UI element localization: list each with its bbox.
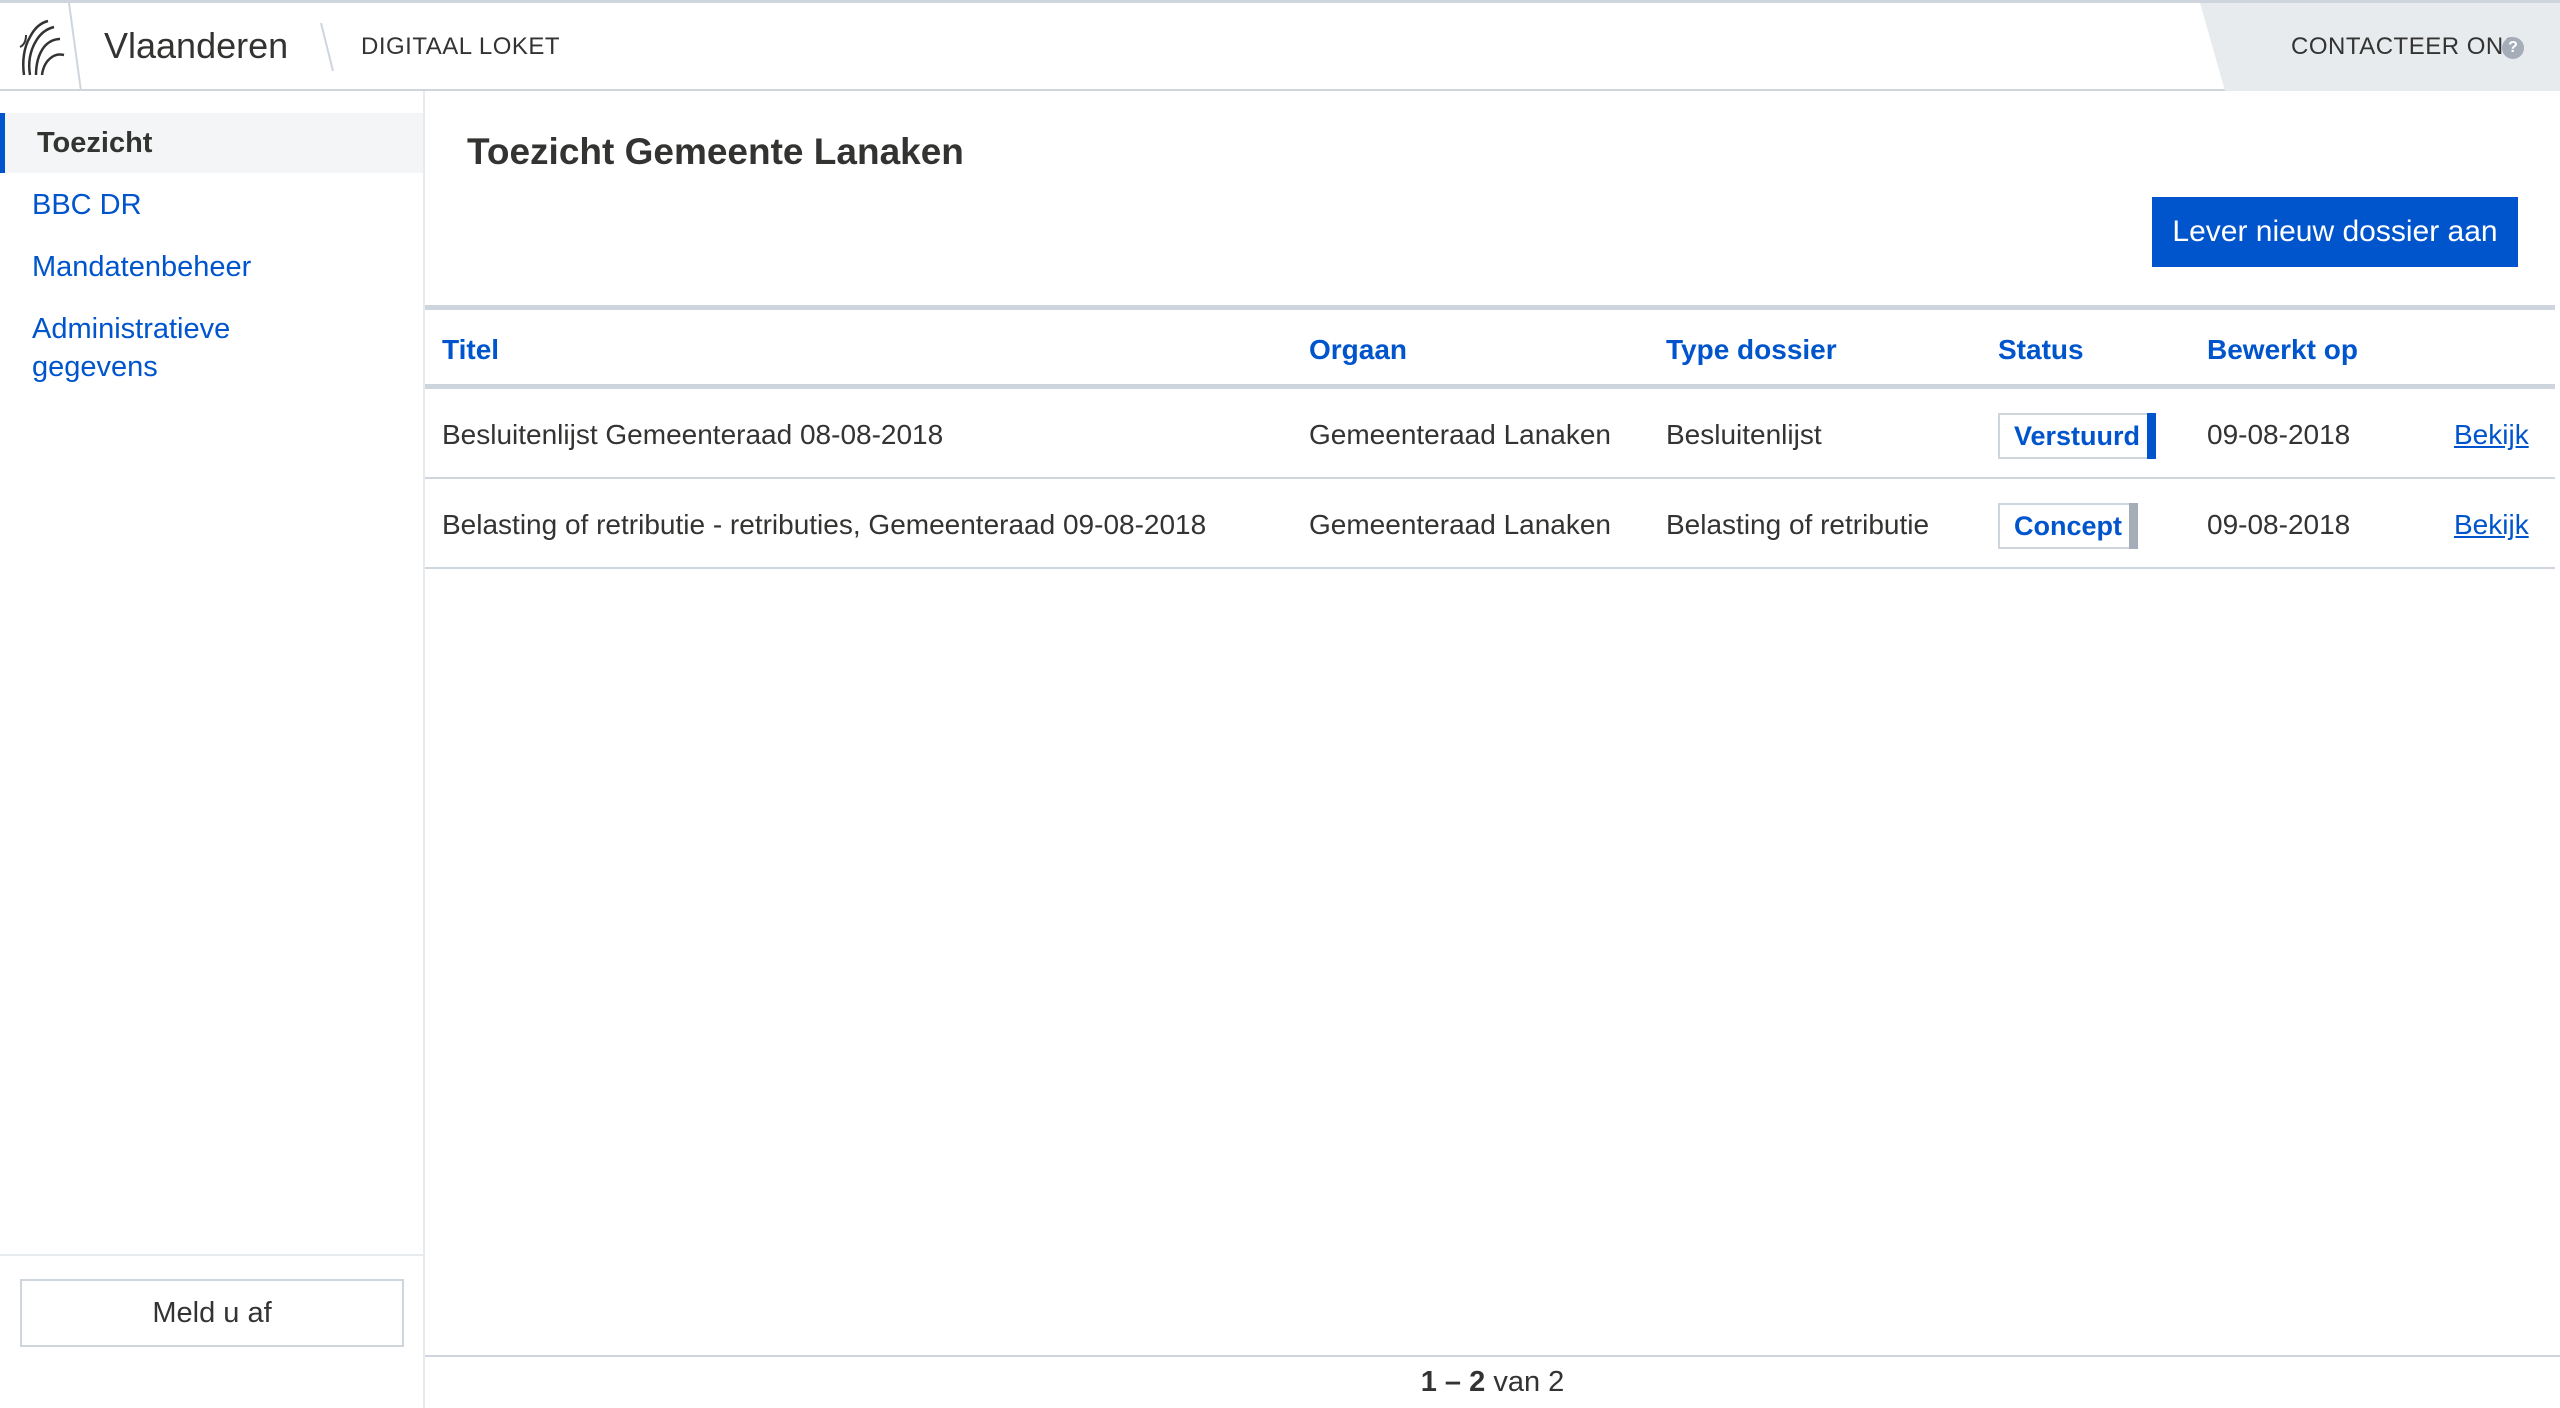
- range-start: 1: [1420, 1366, 1437, 1398]
- range-end: 2: [1469, 1366, 1486, 1398]
- column-header-titel[interactable]: Titel: [442, 334, 499, 366]
- sidebar-item-label: Mandatenbeheer: [32, 251, 252, 283]
- table-row: Belasting of retributie - retributies, G…: [425, 479, 2555, 569]
- brand-name[interactable]: Vlaanderen: [104, 25, 288, 67]
- status-color-bar: [2147, 413, 2156, 459]
- status-badge: Concept: [1998, 503, 2138, 549]
- main-content: Toezicht Gemeente Lanaken Lever nieuw do…: [425, 91, 2560, 1408]
- app-name[interactable]: DIGITAAL LOKET: [361, 33, 560, 61]
- column-header-type[interactable]: Type dossier: [1666, 334, 1837, 366]
- column-header-status[interactable]: Status: [1998, 334, 2084, 366]
- view-link[interactable]: Bekijk: [2454, 419, 2529, 451]
- view-link[interactable]: Bekijk: [2454, 509, 2529, 541]
- cell-titel: Belasting of retributie - retributies, G…: [442, 509, 1207, 540]
- sidebar-item-administratieve-gegevens[interactable]: Administratieve gegevens: [0, 299, 423, 383]
- cell-type: Belasting of retributie: [1666, 509, 1930, 540]
- cell-type: Besluitenlijst: [1666, 419, 1822, 450]
- sidebar-item-label: Toezicht: [37, 127, 153, 159]
- top-header: Vlaanderen DIGITAAL LOKET CONTACTEER ONS…: [0, 0, 2560, 91]
- logout-button[interactable]: Meld u af: [20, 1279, 404, 1347]
- cell-bewerkt: 09-08-2018: [2207, 419, 2351, 450]
- cell-orgaan: Gemeenteraad Lanaken: [1309, 509, 1611, 540]
- status-color-bar: [2129, 503, 2138, 549]
- table-header: Titel Orgaan Type dossier Status Bewerkt…: [425, 310, 2555, 389]
- of-label: van: [1493, 1366, 1541, 1398]
- range-separator: –: [1444, 1366, 1462, 1398]
- flemish-lion-icon[interactable]: [16, 17, 66, 79]
- brand-divider: [68, 3, 82, 91]
- status-label: Concept: [2014, 511, 2122, 541]
- column-header-orgaan[interactable]: Orgaan: [1309, 334, 1407, 366]
- column-header-bewerkt[interactable]: Bewerkt op: [2207, 334, 2358, 366]
- table-row: Besluitenlijst Gemeenteraad 08-08-2018 G…: [425, 389, 2555, 479]
- contact-label: CONTACTEER ONS: [2291, 33, 2521, 60]
- sidebar-footer: Meld u af: [0, 1254, 423, 1408]
- sidebar-item-mandatenbeheer[interactable]: Mandatenbeheer: [0, 237, 423, 297]
- cell-bewerkt: 09-08-2018: [2207, 509, 2351, 540]
- status-badge: Verstuurd: [1998, 413, 2156, 459]
- app-divider: [320, 22, 334, 72]
- status-label: Verstuurd: [2014, 421, 2141, 451]
- dossier-table: Titel Orgaan Type dossier Status Bewerkt…: [425, 305, 2555, 569]
- pagination: 1 – 2 van 2: [425, 1355, 2560, 1408]
- new-dossier-button[interactable]: Lever nieuw dossier aan: [2152, 197, 2518, 267]
- sidebar: Toezicht BBC DR Mandatenbeheer Administr…: [0, 91, 425, 1408]
- contact-button[interactable]: CONTACTEER ONS ?: [2200, 3, 2560, 91]
- sidebar-item-label-line1: Administratieve: [32, 313, 231, 345]
- cell-titel: Besluitenlijst Gemeenteraad 08-08-2018: [442, 419, 944, 450]
- help-icon: ?: [2502, 37, 2524, 59]
- sidebar-item-toezicht[interactable]: Toezicht: [0, 113, 423, 173]
- cell-orgaan: Gemeenteraad Lanaken: [1309, 419, 1611, 450]
- page-title: Toezicht Gemeente Lanaken: [467, 131, 964, 172]
- sidebar-item-bbc-dr[interactable]: BBC DR: [0, 175, 423, 235]
- sidebar-item-label-line2: gegevens: [32, 351, 158, 383]
- total-count: 2: [1548, 1366, 1565, 1398]
- sidebar-item-label: BBC DR: [32, 189, 142, 221]
